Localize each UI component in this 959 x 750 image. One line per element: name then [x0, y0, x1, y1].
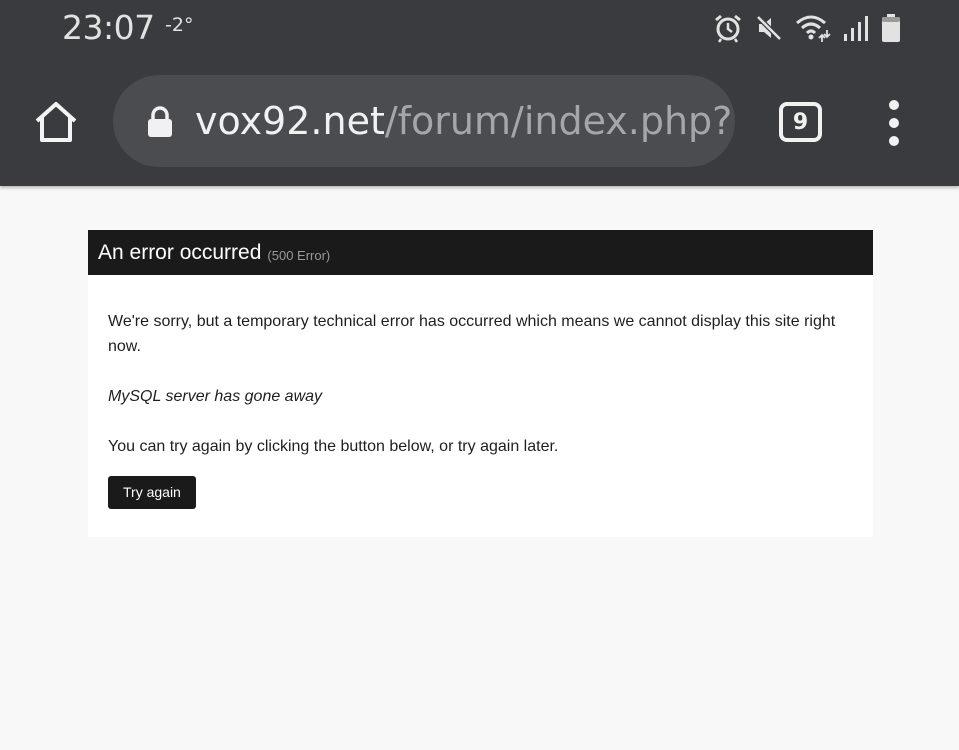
error-box: An error occurred (500 Error) We're sorr… [88, 230, 873, 537]
error-detail: MySQL server has gone away [108, 388, 323, 405]
signal-icon [843, 14, 869, 42]
tab-switcher-button[interactable]: 9 [779, 102, 822, 142]
error-body: We're sorry, but a temporary technical e… [88, 275, 873, 509]
menu-dot [889, 118, 899, 128]
alarm-icon [713, 13, 743, 43]
more-options-button[interactable] [880, 100, 908, 146]
lock-icon [146, 106, 174, 143]
url-path: /forum/index.php?/ [384, 99, 735, 143]
error-hint: You can try again by clicking the button… [108, 438, 559, 455]
home-icon [35, 102, 77, 142]
mute-icon [755, 14, 783, 42]
error-title: An error occurred [98, 240, 262, 264]
address-bar[interactable]: vox92.net/forum/index.php?/ [113, 75, 735, 167]
error-header: An error occurred (500 Error) [88, 230, 873, 275]
status-icons [713, 12, 901, 44]
url-text[interactable]: vox92.net/forum/index.php?/ [195, 97, 735, 145]
menu-dot [889, 100, 899, 110]
tab-count: 9 [792, 109, 809, 135]
menu-dot [889, 136, 899, 146]
url-domain: vox92.net [195, 99, 385, 143]
status-bar: 23:07 -2° [0, 0, 959, 60]
error-code: (500 Error) [267, 247, 331, 263]
wifi-icon [795, 13, 831, 43]
home-button[interactable] [30, 98, 82, 146]
error-message: We're sorry, but a temporary technical e… [108, 313, 836, 355]
battery-icon [881, 13, 901, 43]
try-again-button[interactable]: Try again [108, 476, 196, 509]
browser-toolbar: vox92.net/forum/index.php?/ 9 [0, 60, 959, 186]
status-time: 23:07 [62, 8, 155, 47]
status-temperature: -2° [165, 14, 194, 36]
